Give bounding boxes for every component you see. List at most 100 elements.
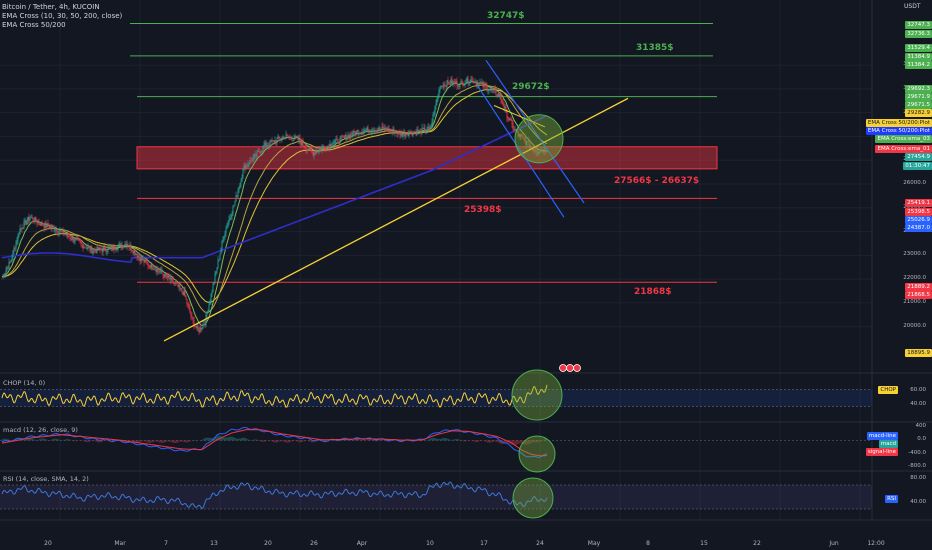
symbol-title[interactable]: Bitcoin / Tether, 4h, KUCOIN — [2, 3, 100, 11]
candle-body — [166, 275, 168, 278]
candle-body — [209, 301, 211, 305]
candle-body — [412, 132, 414, 136]
candle-body — [164, 273, 166, 278]
candle-body — [355, 131, 357, 135]
candle-body — [481, 82, 483, 84]
candle-body — [476, 82, 478, 85]
rsi-tick: 80.00 — [910, 475, 926, 481]
candle-body — [98, 247, 100, 251]
price-tag: 31384.9 — [905, 53, 932, 61]
candle-body — [176, 283, 178, 285]
candle-body — [112, 245, 114, 250]
candle-body — [270, 140, 272, 142]
rsi-label[interactable]: RSI (14, close, SMA, 14, 2) — [3, 475, 89, 483]
candle-body — [446, 80, 448, 87]
candle-body — [226, 226, 228, 229]
price-tag: 25026.9 — [905, 216, 932, 224]
candle-body — [199, 327, 201, 333]
macd-hist-bar — [487, 440, 489, 443]
candle-body — [235, 195, 237, 202]
chart-area[interactable] — [0, 0, 932, 550]
chop-tick: 60.00 — [910, 386, 926, 393]
candle-body — [273, 140, 275, 143]
x-tick-label: 15 — [700, 540, 708, 547]
candle-body — [373, 130, 375, 132]
candle-body — [283, 136, 285, 139]
candle-body — [409, 131, 411, 134]
candle-body — [502, 102, 504, 106]
candle-body — [69, 237, 71, 239]
candle-body — [458, 85, 460, 87]
candle-body — [25, 220, 27, 225]
candle-body — [183, 290, 185, 296]
candle-body — [155, 269, 157, 272]
candle-body — [356, 130, 358, 132]
candle-body — [456, 81, 458, 86]
candle-body — [443, 84, 445, 88]
x-tick-label: 8 — [646, 540, 650, 547]
macd-hist-bar — [149, 440, 151, 443]
candle-body — [213, 282, 215, 285]
candle-body — [63, 234, 65, 235]
candle-body — [490, 87, 492, 89]
candle-body — [186, 299, 188, 304]
candle-body — [44, 222, 46, 228]
chop-tag: CHOP — [878, 385, 898, 394]
candle-body — [306, 149, 308, 151]
chop-label[interactable]: CHOP (14, 0) — [3, 379, 45, 387]
candle-body — [292, 140, 294, 141]
indicator-ema-50-200-label[interactable]: EMA Cross 50/200 — [2, 21, 66, 29]
candle-body — [372, 130, 374, 132]
candle-body — [115, 249, 117, 251]
candle-body — [181, 288, 183, 292]
candle-body — [432, 114, 434, 122]
candle-body — [126, 244, 128, 247]
candle-body — [200, 327, 202, 330]
macd-hist-bar — [233, 437, 235, 441]
candle-body — [194, 326, 196, 327]
candle-body — [222, 238, 224, 242]
candle-body — [107, 247, 109, 251]
candle-body — [449, 83, 451, 84]
candle-body — [180, 288, 182, 289]
chart-svg[interactable] — [0, 0, 932, 550]
candle-body — [441, 86, 443, 87]
indicator-ema-cross-label[interactable]: EMA Cross (10, 30, 50, 200, close) — [2, 12, 122, 20]
candle-body — [71, 237, 73, 240]
candle-body — [343, 136, 345, 138]
candle-body — [132, 251, 134, 254]
currency-label: USDT — [904, 3, 921, 10]
candle-body — [141, 257, 143, 261]
macd-hist-bar — [175, 440, 177, 444]
candle-body — [267, 145, 269, 146]
level-label: 27566$ - 26637$ — [614, 175, 700, 186]
candle-body — [237, 190, 239, 197]
candle-body — [492, 89, 494, 90]
candle-body — [416, 129, 418, 135]
candle-body — [39, 223, 41, 226]
candle-body — [218, 259, 220, 261]
candle-body — [280, 138, 282, 140]
candle-body — [497, 93, 499, 96]
candle-body — [221, 241, 223, 249]
candle-body — [371, 131, 373, 133]
candle-body — [445, 85, 447, 87]
candle-body — [381, 126, 383, 130]
candle-body — [41, 222, 43, 226]
candle-body — [473, 82, 475, 84]
candle-body — [23, 221, 25, 229]
candle-body — [320, 148, 322, 151]
candle-body — [367, 127, 369, 133]
candle-body — [243, 165, 245, 170]
candle-body — [285, 134, 287, 138]
macd-label[interactable]: macd (12, 26, close, 9) — [3, 426, 78, 434]
macd-tick: 400 — [915, 423, 927, 430]
candle-body — [334, 141, 336, 144]
candle-body — [198, 330, 200, 333]
candle-body — [129, 244, 131, 247]
candle-body — [402, 134, 404, 137]
candle-body — [487, 90, 489, 91]
candle-body — [153, 269, 155, 271]
candle-body — [242, 169, 244, 178]
candle-body — [171, 277, 173, 280]
